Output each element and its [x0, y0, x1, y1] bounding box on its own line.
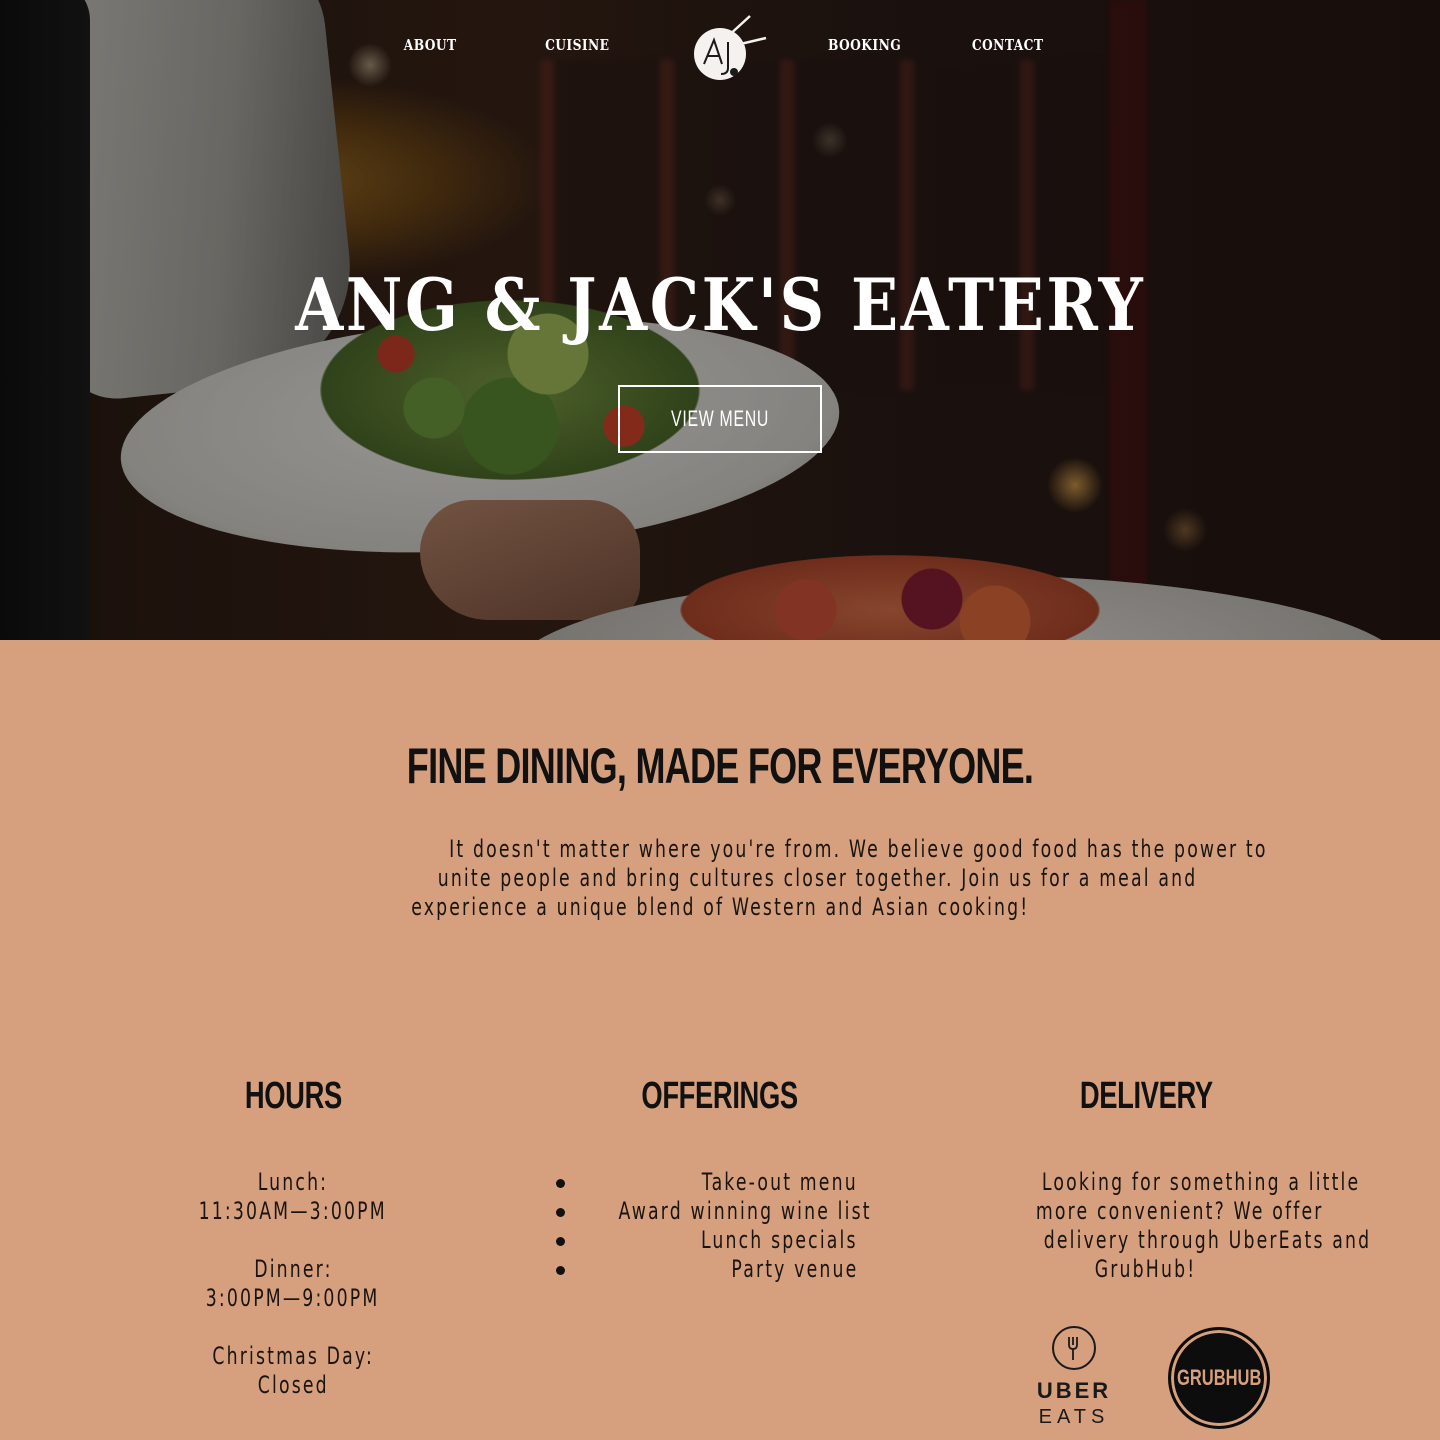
hours-heading-text: HOURS	[244, 1075, 342, 1117]
view-menu-label: VIEW MENU	[670, 406, 770, 431]
offerings-list: Take-out menu Award winning wine list Lu…	[520, 1168, 920, 1284]
delivery-line: delivery through UberEats and	[1043, 1226, 1372, 1254]
fork-knife-icon	[1052, 1326, 1096, 1370]
delivery-line: GrubHub!	[1095, 1255, 1197, 1283]
delivery-heading: DELIVERY	[980, 1075, 1312, 1118]
list-item: Take-out menu	[520, 1168, 920, 1197]
eats-word: EATS	[1038, 1406, 1110, 1428]
bullet-icon	[556, 1237, 565, 1246]
bullet-icon	[556, 1179, 565, 1188]
dinner-time: 3:00PM—9:00PM	[206, 1284, 380, 1312]
intro-line: unite people and bring cultures closer t…	[437, 864, 1198, 892]
list-item: Award winning wine list	[520, 1197, 920, 1226]
offering-label: Award winning wine list	[618, 1197, 872, 1225]
offering-label: Party venue	[731, 1255, 858, 1283]
delivery-column: DELIVERY Looking for something a little …	[980, 1075, 1369, 1284]
nav-contact-link[interactable]: CONTACT	[972, 36, 1044, 54]
offerings-heading: OFFERINGS	[520, 1075, 920, 1118]
nav-booking-link[interactable]: BOOKING	[828, 36, 901, 54]
grubhub-label: GRUBHUB	[1176, 1365, 1262, 1390]
hours-body: Lunch: 11:30AM—3:00PM Dinner: 3:00PM—9:0…	[142, 1168, 444, 1400]
delivery-line: more convenient? We offer	[1035, 1197, 1324, 1225]
lunch-label: Lunch:	[257, 1168, 329, 1196]
intro-section: FINE DINING, MADE FOR EVERYONE. It doesn…	[0, 640, 1440, 922]
offerings-column: OFFERINGS Take-out menu Award winning wi…	[520, 1075, 920, 1284]
intro-heading-text: FINE DINING, MADE FOR EVERYONE.	[406, 738, 1034, 794]
uber-eats-link[interactable]: UBER EATS	[1032, 1326, 1116, 1430]
uber-word: UBER	[1036, 1378, 1112, 1403]
lunch-time: 11:30AM—3:00PM	[198, 1197, 388, 1225]
nav-cuisine-link[interactable]: CUISINE	[545, 36, 609, 54]
grubhub-link[interactable]: GRUBHUB	[1168, 1327, 1270, 1429]
hours-column: HOURS Lunch: 11:30AM—3:00PM Dinner: 3:00…	[142, 1075, 444, 1400]
hero-section: ABOUT CUISINE BOOKING CONTACT ANG & JACK…	[0, 0, 1440, 640]
delivery-heading-text: DELIVERY	[1079, 1075, 1213, 1117]
view-menu-button[interactable]: VIEW MENU	[618, 385, 822, 453]
intro-line: experience a unique blend of Western and…	[410, 893, 1030, 921]
delivery-line: Looking for something a little	[1041, 1168, 1361, 1196]
top-navigation: ABOUT CUISINE BOOKING CONTACT	[0, 0, 1440, 95]
intro-paragraph: It doesn't matter where you're from. We …	[290, 835, 1266, 922]
hours-heading: HOURS	[142, 1075, 444, 1118]
hero-title-text: ANG & JACK'S EATERY	[294, 262, 1146, 347]
offerings-heading-text: OFFERINGS	[641, 1075, 799, 1117]
list-item: Lunch specials	[520, 1226, 920, 1255]
offering-label: Take-out menu	[701, 1168, 858, 1196]
intro-line: It doesn't matter where you're from. We …	[449, 835, 1268, 863]
offering-label: Lunch specials	[701, 1226, 858, 1254]
intro-heading: FINE DINING, MADE FOR EVERYONE.	[0, 737, 1440, 795]
christmas-value: Closed	[257, 1371, 329, 1399]
delivery-body: Looking for something a little more conv…	[980, 1168, 1369, 1284]
christmas-label: Christmas Day:	[212, 1342, 374, 1370]
nav-about-link[interactable]: ABOUT	[404, 36, 457, 54]
list-item: Party venue	[520, 1255, 920, 1284]
dinner-label: Dinner:	[253, 1255, 333, 1283]
hero-title: ANG & JACK'S EATERY	[0, 262, 1440, 347]
bullet-icon	[556, 1266, 565, 1275]
bullet-icon	[556, 1208, 565, 1217]
aj-monogram-logo-icon[interactable]	[690, 12, 770, 84]
